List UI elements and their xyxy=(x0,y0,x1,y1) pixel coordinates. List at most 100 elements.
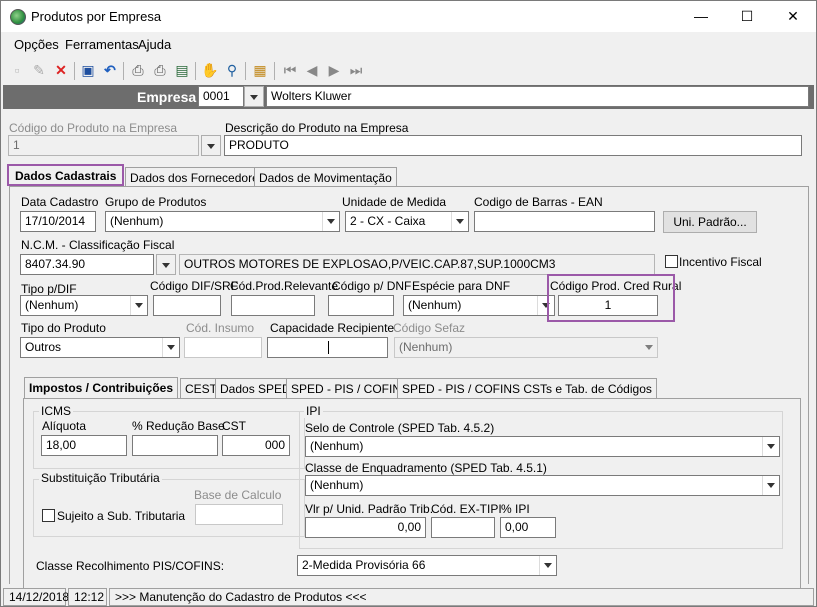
menu-bar: Opções Ferramentas Ajuda xyxy=(1,34,816,54)
cod-dif-label: Código DIF/SRF xyxy=(150,279,239,293)
grupo-produtos-select[interactable]: (Nenhum) xyxy=(105,211,340,232)
empresa-bar: Empresa 0001 Wolters Kluwer xyxy=(3,85,814,109)
unidade-medida-value: 2 - CX - Caixa xyxy=(350,214,426,228)
chevron-down-icon xyxy=(762,476,779,495)
ncm-dropdown[interactable] xyxy=(156,254,176,275)
toolbar: ▫ ✎ ✕ ▣ ↶ ⎙ ⎙ ▤ ✋ ⚲ ▦ ⏮ ◀ ▶ ⏭ xyxy=(1,58,816,84)
menu-ajuda[interactable]: Ajuda xyxy=(138,37,171,52)
save-icon[interactable]: ▣ xyxy=(79,61,97,79)
especie-dnf-select[interactable]: (Nenhum) xyxy=(403,295,555,316)
data-cadastro-input[interactable]: 17/10/2014 xyxy=(20,211,96,232)
ean-label: Codigo de Barras - EAN xyxy=(474,195,603,209)
dados-cadastrais-panel: Data Cadastro 17/10/2014 Grupo de Produt… xyxy=(9,186,809,588)
subtab-sped-pis-cofins[interactable]: SPED - PIS / COFINS xyxy=(286,378,415,399)
base-calculo-input[interactable] xyxy=(195,504,283,525)
toolbar-separator xyxy=(195,62,196,80)
subtab-sped-csts[interactable]: SPED - PIS / COFINS CSTs e Tab. de Códig… xyxy=(397,378,657,399)
menu-ferramentas[interactable]: Ferramentas xyxy=(65,37,139,52)
cod-sefaz-label: Código Sefaz xyxy=(393,321,466,335)
unidade-medida-select[interactable]: 2 - CX - Caixa xyxy=(345,211,469,232)
sujeito-sub-checkbox[interactable] xyxy=(42,509,55,522)
empresa-code-input[interactable]: 0001 xyxy=(198,86,244,107)
aliquota-input[interactable]: 18,00 xyxy=(41,435,127,456)
pis-cofins-select[interactable]: 2-Medida Provisória 66 xyxy=(297,555,557,576)
status-bar: 14/12/2018 12:12 >>> Manutenção do Cadas… xyxy=(1,586,816,606)
highlight-cred-rural xyxy=(547,274,675,322)
tipo-produto-select[interactable]: Outros xyxy=(20,337,180,358)
cod-sefaz-select[interactable]: (Nenhum) xyxy=(394,337,658,358)
menu-opcoes[interactable]: Opções xyxy=(14,37,59,52)
cod-dif-input[interactable] xyxy=(153,295,221,316)
classe-enquadramento-label: Classe de Enquadramento (SPED Tab. 4.5.1… xyxy=(305,461,547,475)
status-message: >>> Manutenção do Cadastro de Produtos <… xyxy=(109,588,814,606)
classe-enquadramento-select[interactable]: (Nenhum) xyxy=(305,475,780,496)
reducao-base-label: % Redução Base xyxy=(132,419,225,433)
especie-dnf-value: (Nenhum) xyxy=(408,298,462,312)
maximize-button[interactable]: ☐ xyxy=(724,1,770,32)
last-record-icon[interactable]: ⏭ xyxy=(347,61,365,79)
print-icon[interactable]: ⎙ xyxy=(129,61,147,79)
new-document-icon[interactable]: ▫ xyxy=(8,61,26,79)
tipo-dif-select[interactable]: (Nenhum) xyxy=(20,295,148,316)
ncm-description: OUTROS MOTORES DE EXPLOSAO,P/VEIC.CAP.87… xyxy=(179,254,655,275)
ncm-input[interactable]: 8407.34.90 xyxy=(20,254,154,275)
first-record-icon[interactable]: ⏮ xyxy=(281,61,299,79)
codigo-produto-label: Código do Produto na Empresa xyxy=(9,121,178,135)
toolbar-separator xyxy=(245,62,246,80)
selo-controle-value: (Nenhum) xyxy=(310,439,364,453)
export-icon[interactable]: ▤ xyxy=(173,61,191,79)
ean-input[interactable] xyxy=(474,211,655,232)
cst-input[interactable]: 000 xyxy=(222,435,290,456)
descricao-produto-input[interactable]: PRODUTO xyxy=(224,135,802,156)
search-icon[interactable]: ⚲ xyxy=(223,61,241,79)
incentivo-fiscal-checkbox[interactable] xyxy=(665,255,678,268)
undo-icon[interactable]: ↶ xyxy=(101,61,119,79)
aliquota-label: Alíquota xyxy=(42,419,87,433)
tipo-dif-value: (Nenhum) xyxy=(25,298,79,312)
edit-icon[interactable]: ✎ xyxy=(30,61,48,79)
grupo-produtos-label: Grupo de Produtos xyxy=(105,195,207,209)
ipi-title: IPI xyxy=(304,404,323,418)
tab-dados-fornecedores[interactable]: Dados dos Fornecedores xyxy=(125,167,270,188)
title-bar: Produtos por Empresa — ☐ ✕ xyxy=(1,1,816,32)
capacidade-input[interactable] xyxy=(267,337,388,358)
pct-ipi-input[interactable]: 0,00 xyxy=(500,517,556,538)
pis-cofins-value: 2-Medida Provisória 66 xyxy=(302,558,426,572)
cod-prod-relevante-input[interactable] xyxy=(231,295,315,316)
chevron-down-icon xyxy=(539,556,556,575)
cod-dnf-input[interactable] xyxy=(328,295,394,316)
grupo-produtos-value: (Nenhum) xyxy=(110,214,164,228)
chevron-down-icon xyxy=(451,212,468,231)
tipo-produto-value: Outros xyxy=(25,340,62,354)
delete-icon[interactable]: ✕ xyxy=(52,61,70,79)
empresa-name-input[interactable]: Wolters Kluwer xyxy=(266,86,809,107)
next-record-icon[interactable]: ▶ xyxy=(325,61,343,79)
reducao-base-input[interactable] xyxy=(132,435,218,456)
codigo-produto-dropdown[interactable] xyxy=(201,135,221,156)
chevron-down-icon xyxy=(162,338,179,357)
status-date: 14/12/2018 xyxy=(3,588,69,606)
selo-controle-select[interactable]: (Nenhum) xyxy=(305,436,780,457)
codigo-produto-input[interactable]: 1 xyxy=(8,135,199,156)
print-preview-icon[interactable]: ⎙ xyxy=(151,61,169,79)
especie-dnf-label: Espécie para DNF xyxy=(412,279,511,293)
base-calculo-label: Base de Calculo xyxy=(194,488,282,502)
cod-insumo-input[interactable] xyxy=(184,337,262,358)
tab-dados-movimentacao[interactable]: Dados de Movimentação xyxy=(254,167,397,188)
vlr-unid-input[interactable]: 0,00 xyxy=(305,517,426,538)
subtab-dados-sped[interactable]: Dados SPED xyxy=(215,378,296,399)
capacidade-label: Capacidade Recipiente xyxy=(270,321,395,335)
empresa-dropdown-button[interactable] xyxy=(244,86,264,107)
uni-padrao-button[interactable]: Uni. Padrão... xyxy=(663,211,757,233)
properties-icon[interactable]: ▦ xyxy=(251,61,269,79)
window-title: Produtos por Empresa xyxy=(31,9,162,24)
vlr-unid-label: Vlr p/ Unid. Padrão Trib. xyxy=(305,502,434,516)
previous-record-icon[interactable]: ◀ xyxy=(303,61,321,79)
close-button[interactable]: ✕ xyxy=(770,1,816,32)
ex-tipi-input[interactable] xyxy=(431,517,495,538)
hand-icon[interactable]: ✋ xyxy=(201,61,219,79)
cod-prod-relevante-label: Cód.Prod.Relevante xyxy=(230,279,339,293)
minimize-button[interactable]: — xyxy=(678,1,724,32)
cst-label: CST xyxy=(222,419,246,433)
subtab-impostos[interactable]: Impostos / Contribuições xyxy=(24,377,179,398)
